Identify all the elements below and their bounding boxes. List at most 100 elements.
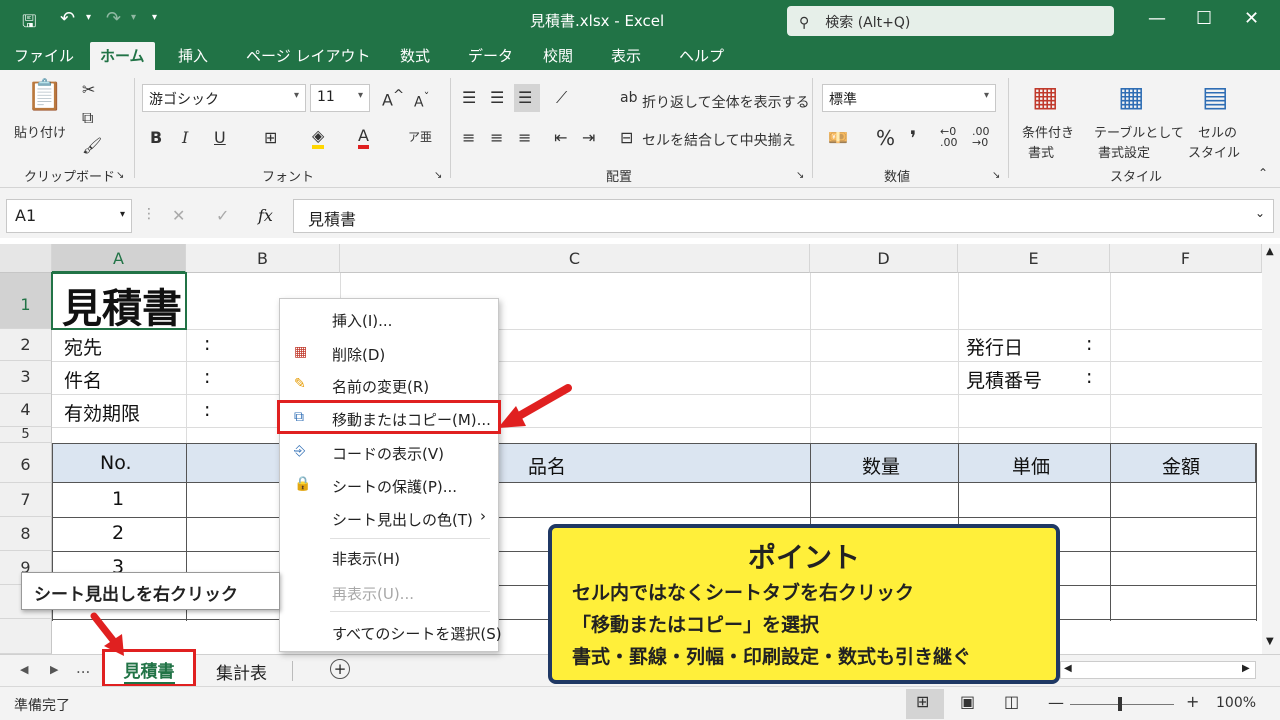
font-size-combo[interactable]: 11 ▾ [310, 84, 370, 112]
format-as-table-label-2[interactable]: 書式設定 [1098, 142, 1150, 161]
tab-review[interactable]: 校閲 [543, 45, 573, 66]
menu-delete[interactable]: 削除(D) [332, 344, 385, 365]
tab-view[interactable]: 表示 [611, 45, 641, 66]
scroll-left-icon[interactable]: ◀ [20, 663, 28, 676]
zoom-level[interactable]: 100% [1216, 695, 1256, 711]
cancel-icon[interactable]: ✕ [172, 206, 185, 225]
scroll-right-icon[interactable]: ▶ [1242, 663, 1250, 674]
row-header-1[interactable]: 1 [0, 273, 52, 329]
align-top-icon[interactable]: ☰ [462, 88, 476, 107]
copy-icon[interactable]: ⧉ [82, 108, 93, 128]
bold-button[interactable]: B [150, 128, 162, 147]
tab-page-layout[interactable]: ページ レイアウト [246, 45, 370, 66]
decrease-decimal-icon[interactable]: .00 →0 [972, 126, 990, 148]
paste-icon[interactable]: 📋 [26, 78, 63, 113]
column-header-a[interactable]: A [52, 244, 186, 273]
column-header-f[interactable]: F [1110, 244, 1262, 273]
scroll-left-icon[interactable]: ◀ [1064, 663, 1072, 674]
comma-style-icon[interactable]: ❜ [910, 126, 916, 150]
minimize-icon[interactable]: — [1148, 8, 1166, 29]
align-bottom-icon[interactable]: ☰ [514, 84, 540, 112]
tab-file[interactable]: ファイル [14, 45, 74, 66]
formula-input[interactable]: 見積書 ⌄ [293, 199, 1274, 233]
customize-toolbar-icon[interactable]: ▾ [152, 12, 157, 23]
column-header-b[interactable]: B [186, 244, 340, 273]
row-header-11[interactable] [0, 619, 52, 654]
undo-icon[interactable]: ↶ [60, 8, 75, 29]
number-format-combo[interactable]: 標準 ▾ [822, 84, 996, 112]
sheet-tab-summary[interactable]: 集計表 [216, 659, 267, 684]
page-layout-view-icon[interactable]: ▣ [960, 692, 975, 711]
save-icon[interactable]: 🖫 [22, 9, 36, 38]
format-as-table-label[interactable]: テーブルとして [1094, 122, 1184, 141]
column-header-c[interactable]: C [340, 244, 810, 273]
row-header-4[interactable]: 4 [0, 394, 52, 427]
scroll-up-icon[interactable]: ▲ [1266, 246, 1274, 257]
normal-view-icon[interactable]: ⊞ [916, 692, 929, 711]
zoom-in-icon[interactable]: + [1186, 692, 1199, 711]
fill-color-icon[interactable]: ◈ [312, 126, 325, 149]
scroll-down-icon[interactable]: ▼ [1266, 636, 1274, 647]
expand-formula-icon[interactable]: ⌄ [1255, 206, 1265, 220]
redo-dropdown-icon[interactable]: ▾ [131, 12, 136, 23]
italic-button[interactable]: I [182, 128, 188, 147]
tab-insert[interactable]: 挿入 [178, 45, 208, 66]
paste-label[interactable]: 貼り付け [14, 122, 66, 141]
column-header-e[interactable]: E [958, 244, 1110, 273]
merge-center-button[interactable]: セルを結合して中央揃え [642, 130, 796, 150]
cell-styles-label-2[interactable]: スタイル [1188, 142, 1240, 161]
column-header-d[interactable]: D [810, 244, 958, 273]
menu-view-code[interactable]: コードの表示(V) [332, 443, 444, 464]
accounting-format-icon[interactable]: 💴 [828, 128, 848, 147]
enter-icon[interactable]: ✓ [216, 206, 229, 225]
decrease-font-icon[interactable]: Aˇ [414, 90, 429, 111]
menu-tab-color[interactable]: シート見出しの色(T) [332, 509, 473, 530]
font-launcher-icon[interactable]: ↘ [434, 170, 442, 181]
conditional-formatting-label[interactable]: 条件付き [1022, 122, 1074, 141]
number-launcher-icon[interactable]: ↘ [992, 170, 1000, 181]
align-left-icon[interactable]: ≡ [462, 128, 475, 147]
decrease-indent-icon[interactable]: ⇤ [554, 128, 567, 147]
menu-select-all-sheets[interactable]: すべてのシートを選択(S) [332, 623, 502, 644]
menu-insert[interactable]: 挿入(I)... [332, 310, 392, 331]
search-box[interactable]: ⚲ 検索 (Alt+Q) [787, 6, 1114, 36]
percent-icon[interactable]: % [876, 126, 895, 150]
name-box[interactable]: A1 ▾ [6, 199, 132, 233]
row-header-8[interactable]: 8 [0, 517, 52, 551]
row-header-5[interactable]: 5 [0, 427, 52, 443]
align-middle-icon[interactable]: ☰ [490, 88, 504, 107]
cell-styles-icon[interactable]: ▤ [1202, 80, 1228, 113]
undo-dropdown-icon[interactable]: ▾ [86, 12, 91, 23]
maximize-icon[interactable]: ☐ [1196, 8, 1212, 29]
conditional-formatting-icon[interactable]: ▦ [1032, 80, 1058, 113]
row-header-7[interactable]: 7 [0, 483, 52, 517]
increase-font-icon[interactable]: A^ [382, 88, 404, 109]
wrap-text-button[interactable]: 折り返して全体を表示する [642, 92, 810, 112]
cell-styles-label[interactable]: セルの [1198, 122, 1237, 141]
select-all-corner[interactable] [0, 244, 52, 273]
format-painter-icon[interactable]: 🖌 [82, 136, 102, 155]
increase-indent-icon[interactable]: ⇥ [582, 128, 595, 147]
tab-formulas[interactable]: 数式 [400, 45, 430, 66]
redo-icon[interactable]: ↷ [106, 8, 121, 29]
conditional-formatting-label-2[interactable]: 書式 [1028, 142, 1054, 161]
zoom-out-icon[interactable]: — [1048, 693, 1064, 712]
align-center-icon[interactable]: ≡ [490, 128, 503, 147]
add-sheet-button[interactable]: + [330, 659, 350, 679]
cut-icon[interactable]: ✂ [82, 80, 95, 99]
format-as-table-icon[interactable]: ▦ [1118, 80, 1144, 113]
menu-protect-sheet[interactable]: シートの保護(P)... [332, 476, 457, 497]
borders-icon[interactable]: ⊞ [264, 128, 277, 147]
tab-help[interactable]: ヘルプ [679, 45, 724, 66]
scroll-right-icon[interactable]: ▶ [50, 663, 58, 676]
menu-hide[interactable]: 非表示(H) [332, 548, 400, 569]
alignment-launcher-icon[interactable]: ↘ [796, 170, 804, 181]
page-break-view-icon[interactable]: ◫ [1004, 692, 1019, 711]
menu-move-copy[interactable]: 移動またはコピー(M)... [332, 409, 491, 430]
font-color-icon[interactable]: A [358, 126, 369, 149]
align-right-icon[interactable]: ≡ [518, 128, 531, 147]
clipboard-launcher-icon[interactable]: ↘ [116, 170, 124, 181]
vertical-scrollbar[interactable]: ▲ ▼ [1262, 244, 1280, 654]
font-name-combo[interactable]: 游ゴシック ▾ [142, 84, 306, 112]
row-header-2[interactable]: 2 [0, 329, 52, 361]
